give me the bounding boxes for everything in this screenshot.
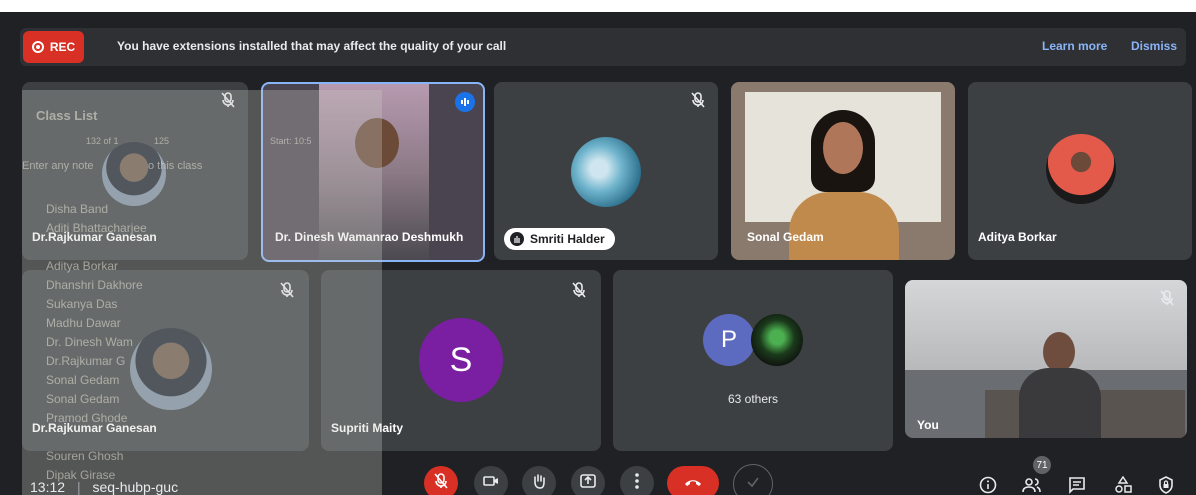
activity-button[interactable]	[733, 464, 773, 495]
meeting-details-button[interactable]	[977, 474, 999, 495]
class-list-name: Pramod Ghode	[46, 411, 128, 425]
more-vert-icon	[635, 472, 639, 494]
camera-icon	[483, 474, 499, 492]
raised-hand-icon	[510, 232, 524, 246]
class-list-name: Madhu Dawar	[46, 316, 121, 330]
participant-avatar	[1046, 134, 1116, 204]
people-icon	[1022, 478, 1041, 493]
participant-face	[1043, 332, 1075, 372]
more-options-button[interactable]	[620, 466, 654, 495]
participant-count-badge: 71	[1033, 456, 1051, 474]
class-list-name: Souren Ghosh	[46, 449, 124, 463]
camera-toggle-button[interactable]	[474, 466, 508, 495]
class-list-hint: Enter any note	[22, 160, 94, 172]
participant-name: Sonal Gedam	[747, 230, 824, 244]
class-list-title: Class List	[36, 108, 98, 123]
class-list-name: Sonal Gedam	[46, 392, 120, 406]
participant-tile-sonal[interactable]: Sonal Gedam	[731, 82, 955, 260]
class-list-hint2: o this class	[148, 160, 203, 172]
shield-lock-icon	[1159, 476, 1173, 494]
meeting-code: seq-hubp-guc	[92, 479, 179, 495]
class-list-name: Sukanya Das	[46, 297, 118, 311]
record-icon	[31, 41, 44, 53]
participant-tile-smriti[interactable]: Smriti Halder	[494, 82, 718, 260]
mic-toggle-button[interactable]	[424, 466, 458, 495]
participant-letter-avatar: P	[703, 314, 755, 366]
hang-up-icon	[683, 474, 703, 492]
mic-off-icon	[686, 88, 710, 112]
participant-avatar	[751, 314, 803, 366]
shapes-icon	[1115, 476, 1132, 493]
class-list-name: Sonal Gedam	[46, 373, 120, 387]
chat-icon	[1069, 477, 1085, 494]
separator: |	[76, 479, 81, 495]
class-list-name: Disha Band	[46, 202, 109, 216]
self-video-tile[interactable]: You	[905, 280, 1187, 438]
host-controls-button[interactable]	[1155, 474, 1177, 495]
check-icon	[746, 475, 760, 493]
class-list-start: Start: 10:5	[270, 136, 312, 146]
people-button[interactable]	[1021, 474, 1043, 495]
banner-message: You have extensions installed that may a…	[117, 39, 507, 53]
extension-warning-banner: REC You have extensions installed that m…	[20, 28, 1186, 66]
activities-button[interactable]	[1112, 474, 1134, 495]
participant-clothing	[789, 192, 899, 260]
present-screen-button[interactable]	[571, 466, 605, 495]
participant-name: You	[917, 418, 939, 432]
class-list-overlay: Class List 132 of 1 125 Start: 10:5 Ente…	[22, 90, 382, 495]
others-count-label: 63 others	[727, 392, 779, 406]
others-tile[interactable]: P 63 others	[613, 270, 893, 451]
speaking-indicator-icon	[455, 92, 475, 112]
class-list-name: Dhanshri Dakhore	[46, 278, 143, 292]
participant-name: Smriti Halder	[530, 232, 605, 246]
class-list-name: Aditi Bhattacharjee	[46, 221, 147, 235]
class-list-stats: 132 of 1	[86, 136, 119, 146]
raise-hand-button[interactable]	[522, 466, 556, 495]
class-list-stats2: 125	[154, 136, 170, 146]
present-icon	[580, 473, 596, 493]
rec-label: REC	[49, 40, 76, 54]
class-list-name: Dr.Rajkumar G	[46, 354, 126, 368]
participant-tile-aditya[interactable]: Aditya Borkar	[968, 82, 1192, 260]
learn-more-link[interactable]: Learn more	[1042, 39, 1107, 53]
participant-avatar	[571, 137, 641, 207]
leave-call-button[interactable]	[667, 466, 719, 495]
recording-indicator: REC	[23, 31, 84, 63]
raised-hand-chip: Smriti Halder	[504, 228, 615, 250]
info-icon	[979, 476, 997, 494]
mic-off-icon	[434, 472, 448, 494]
meeting-info: 13:12 | seq-hubp-guc	[30, 479, 178, 495]
class-list-name: Dr. Dinesh Wam	[46, 335, 133, 349]
current-time: 13:12	[30, 479, 66, 495]
chat-button[interactable]	[1066, 474, 1088, 495]
dismiss-link[interactable]: Dismiss	[1131, 39, 1177, 53]
mic-off-icon	[567, 278, 591, 302]
hand-icon	[532, 473, 546, 494]
mic-off-icon	[1155, 286, 1179, 310]
participant-name: Aditya Borkar	[978, 230, 1057, 244]
meeting-stage: REC You have extensions installed that m…	[0, 12, 1196, 495]
participant-letter-avatar: S	[419, 318, 503, 402]
participant-clothing	[1019, 368, 1101, 438]
participant-face	[823, 122, 863, 174]
class-list-name: Aditya Borkar	[46, 259, 119, 273]
